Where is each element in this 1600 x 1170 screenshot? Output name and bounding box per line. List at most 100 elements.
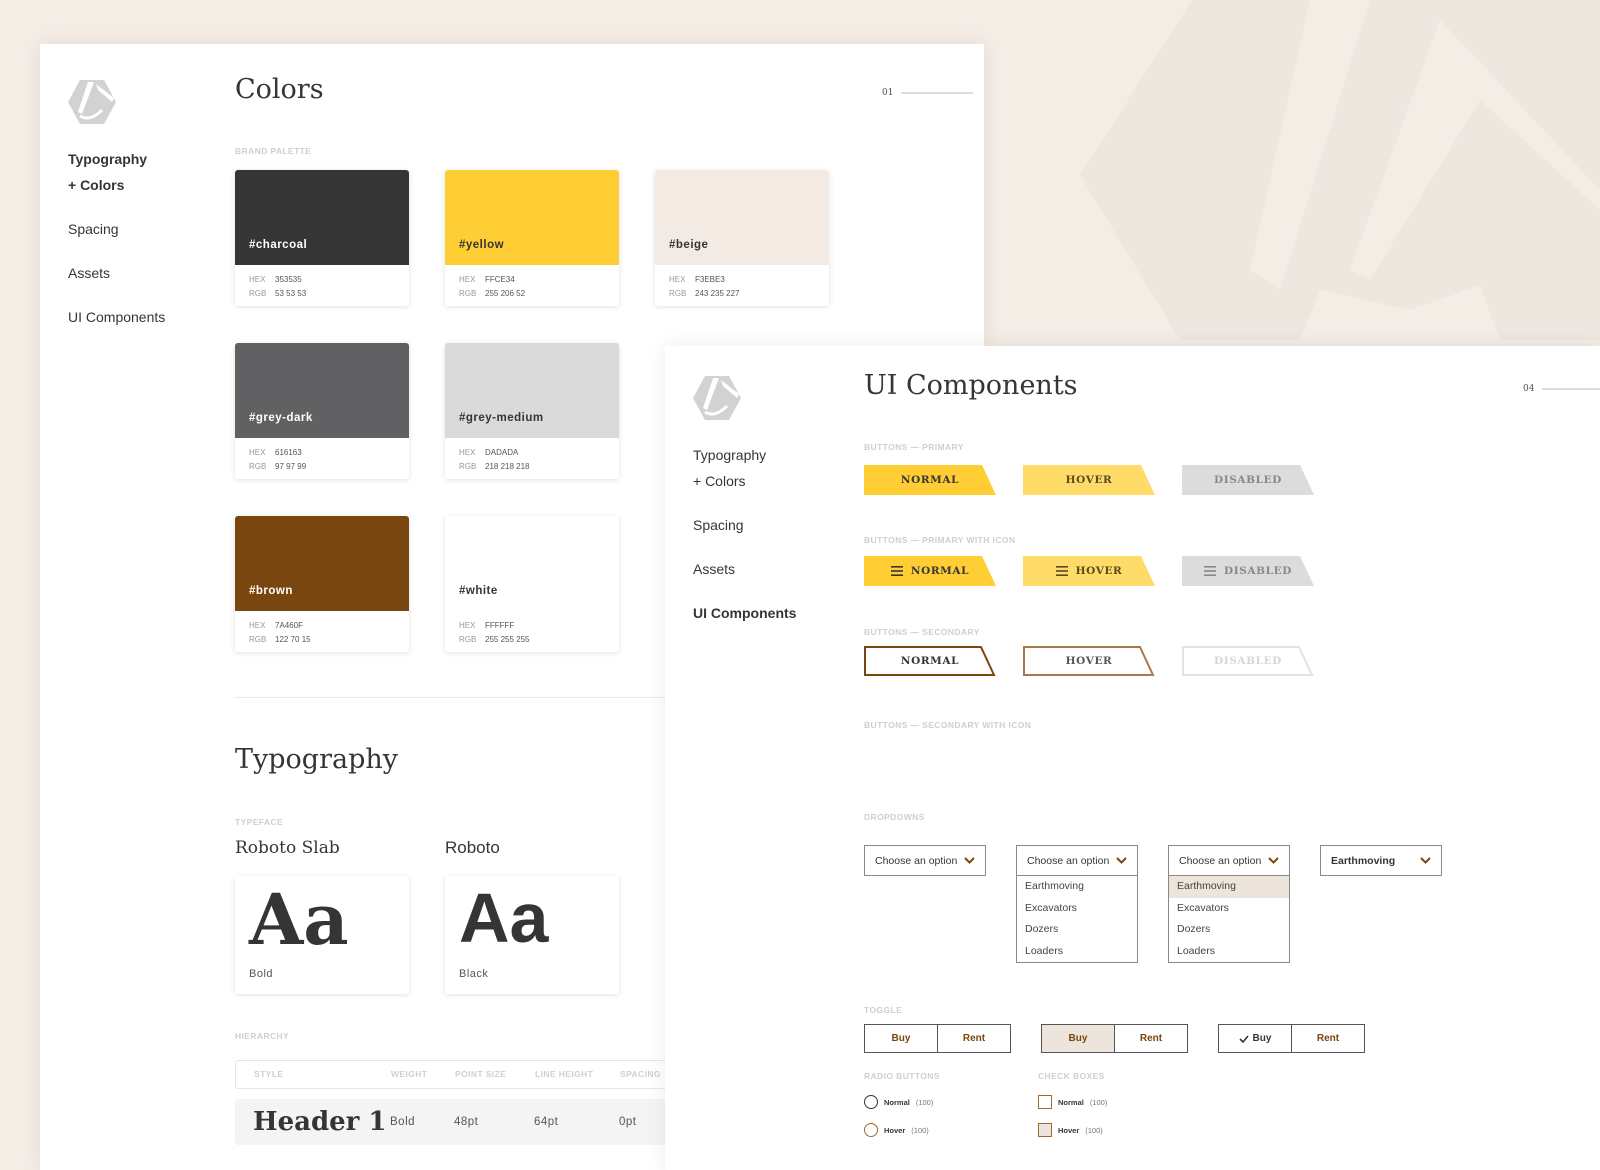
page-number: 04 bbox=[1523, 384, 1600, 394]
toggle-buy[interactable]: Buy bbox=[1042, 1025, 1114, 1052]
page-title: UI Components bbox=[864, 370, 1078, 401]
dropdown-open[interactable]: Choose an option Earthmoving Excavators … bbox=[1016, 845, 1138, 963]
toggle-buy[interactable]: Buy bbox=[865, 1025, 937, 1052]
toggle-rent[interactable]: Rent bbox=[937, 1025, 1010, 1052]
dropdown-selected[interactable]: Earthmoving bbox=[1320, 845, 1442, 876]
color-swatch-grey-dark: #grey-dark HEX 616163 RGB 97 97 99 bbox=[235, 343, 409, 479]
swatch-name: #white bbox=[459, 585, 498, 597]
dropdown-option[interactable]: Dozers bbox=[1017, 919, 1137, 941]
dropdown-option[interactable]: Loaders bbox=[1017, 941, 1137, 963]
dropdown-placeholder: Choose an option bbox=[1179, 854, 1262, 867]
dropdown-open-hover[interactable]: Choose an option Earthmoving Excavators … bbox=[1168, 845, 1290, 963]
sidebar-nav: Typography + Colors Spacing Assets UI Co… bbox=[693, 442, 796, 644]
radio-circle-icon[interactable] bbox=[864, 1123, 878, 1137]
background-logo-icon bbox=[1080, 0, 1600, 340]
dropdown-option-highlighted[interactable]: Earthmoving bbox=[1169, 876, 1289, 898]
checkbox-hover[interactable]: Hover (100) bbox=[1038, 1123, 1103, 1137]
checkbox-normal[interactable]: Normal (100) bbox=[1038, 1095, 1107, 1109]
nav-item-assets[interactable]: Assets bbox=[693, 556, 796, 582]
typeface-sample: Aa bbox=[249, 878, 349, 961]
button-label: DISABLED bbox=[1214, 655, 1282, 667]
primary-button-hover[interactable]: HOVER bbox=[1023, 465, 1155, 495]
chevron-down-icon bbox=[1268, 857, 1279, 864]
secondary-button-hover[interactable]: HOVER bbox=[1023, 646, 1155, 676]
checkbox-label: Hover bbox=[1058, 1125, 1080, 1135]
nav-item-assets[interactable]: Assets bbox=[68, 260, 165, 286]
nav-item-colors[interactable]: + Colors bbox=[693, 468, 796, 494]
page-number-line bbox=[1542, 388, 1600, 390]
dropdown-option[interactable]: Excavators bbox=[1169, 898, 1289, 920]
toggle-buy-selected[interactable]: Buy bbox=[1219, 1025, 1291, 1052]
nav-item-ui-components[interactable]: UI Components bbox=[68, 304, 165, 330]
nav-item-spacing[interactable]: Spacing bbox=[693, 512, 796, 538]
cell-weight: Bold bbox=[390, 1116, 416, 1128]
radio-circle-icon[interactable] bbox=[864, 1095, 878, 1109]
nav-item-colors[interactable]: + Colors bbox=[68, 172, 165, 198]
swatch-color: #white bbox=[445, 516, 619, 611]
color-swatch-brown: #brown HEX 7A460F RGB 122 70 15 bbox=[235, 516, 409, 652]
color-swatch-beige: #beige HEX F3EBE3 RGB 243 235 227 bbox=[655, 170, 829, 306]
page-number-text: 01 bbox=[882, 88, 894, 98]
rgb-label: RGB bbox=[669, 289, 687, 298]
page-number-text: 04 bbox=[1523, 384, 1535, 394]
hex-value: 353535 bbox=[275, 275, 302, 284]
primary-button-normal[interactable]: NORMAL bbox=[864, 465, 996, 495]
toggle-hover: Buy Rent bbox=[1041, 1024, 1188, 1053]
swatch-color: #beige bbox=[655, 170, 829, 265]
swatch-name: #brown bbox=[249, 585, 293, 597]
rgb-label: RGB bbox=[459, 462, 477, 471]
nav-item-typography[interactable]: Typography bbox=[693, 442, 796, 468]
primary-icon-button-normal[interactable]: NORMAL bbox=[864, 556, 996, 586]
radio-label: Hover bbox=[884, 1125, 906, 1135]
dropdown-option[interactable]: Loaders bbox=[1169, 941, 1289, 963]
section-label-buttons-primary-icon: BUTTONS — PRIMARY WITH ICON bbox=[864, 535, 1016, 545]
rgb-value: 243 235 227 bbox=[695, 289, 740, 298]
cell-spacing: 0pt bbox=[619, 1116, 637, 1128]
dropdown-option[interactable]: Excavators bbox=[1017, 898, 1137, 920]
column-header-weight: WEIGHT bbox=[391, 1069, 428, 1079]
hex-label: HEX bbox=[459, 621, 476, 630]
dropdown-closed[interactable]: Choose an option bbox=[864, 845, 986, 876]
menu-icon bbox=[890, 566, 903, 576]
typography-title: Typography bbox=[235, 744, 399, 775]
hex-value: DADADA bbox=[485, 448, 519, 457]
typeface-card-slab: Aa Bold bbox=[235, 876, 409, 994]
dropdown-trigger[interactable]: Choose an option bbox=[1017, 846, 1137, 875]
primary-icon-button-hover[interactable]: HOVER bbox=[1023, 556, 1155, 586]
rgb-value: 53 53 53 bbox=[275, 289, 307, 298]
dropdown-option[interactable]: Dozers bbox=[1169, 919, 1289, 941]
hex-value: FFCE34 bbox=[485, 275, 515, 284]
rgb-label: RGB bbox=[249, 289, 267, 298]
rgb-value: 255 255 255 bbox=[485, 635, 530, 644]
typeface-weight: Black bbox=[459, 968, 489, 980]
table-row: Header 1 Bold 48pt 64pt 0pt bbox=[235, 1099, 695, 1145]
rgb-value: 255 206 52 bbox=[485, 289, 526, 298]
toggle-rent[interactable]: Rent bbox=[1114, 1025, 1187, 1052]
dropdown-trigger[interactable]: Earthmoving bbox=[1321, 846, 1441, 875]
secondary-button-normal[interactable]: NORMAL bbox=[864, 646, 996, 676]
checkbox-square-icon[interactable] bbox=[1038, 1123, 1052, 1137]
dropdown-trigger[interactable]: Choose an option bbox=[865, 846, 985, 875]
toggle-rent[interactable]: Rent bbox=[1291, 1025, 1364, 1052]
button-label: HOVER bbox=[1065, 474, 1113, 486]
dropdown-trigger[interactable]: Choose an option bbox=[1169, 846, 1289, 875]
dropdown-placeholder: Choose an option bbox=[1027, 854, 1110, 867]
dropdown-option[interactable]: Earthmoving bbox=[1017, 876, 1137, 898]
toggle-normal: Buy Rent bbox=[864, 1024, 1011, 1053]
primary-button-disabled[interactable]: DISABLED bbox=[1182, 465, 1314, 495]
radio-hover[interactable]: Hover (100) bbox=[864, 1123, 929, 1137]
nav-item-typography[interactable]: Typography bbox=[68, 146, 165, 172]
brand-logo-icon bbox=[68, 80, 116, 124]
nav-item-ui-components[interactable]: UI Components bbox=[693, 600, 796, 626]
radio-normal[interactable]: Normal (100) bbox=[864, 1095, 933, 1109]
nav-item-spacing[interactable]: Spacing bbox=[68, 216, 165, 242]
section-label-hierarchy: HIERARCHY bbox=[235, 1031, 290, 1041]
checkbox-square-icon[interactable] bbox=[1038, 1095, 1052, 1109]
color-swatch-white: #white HEX FFFFFF RGB 255 255 255 bbox=[445, 516, 619, 652]
chevron-down-icon bbox=[964, 857, 975, 864]
primary-icon-button-disabled[interactable]: DISABLED bbox=[1182, 556, 1314, 586]
checkbox-count: (100) bbox=[1085, 1125, 1103, 1135]
radio-count: (100) bbox=[911, 1125, 929, 1135]
secondary-button-disabled[interactable]: DISABLED bbox=[1182, 646, 1314, 676]
menu-icon bbox=[1055, 566, 1068, 576]
